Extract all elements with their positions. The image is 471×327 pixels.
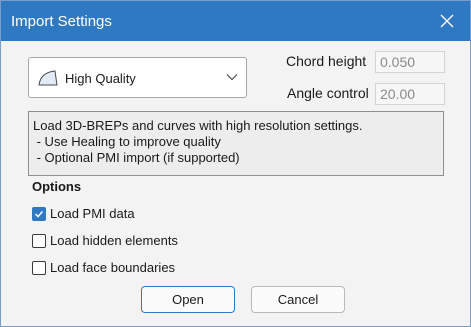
load-face-boundaries-option[interactable]: Load face boundaries <box>32 260 175 275</box>
title-bar[interactable]: Import Settings <box>1 1 470 41</box>
angle-control-label: Angle control <box>287 85 369 101</box>
load-face-boundaries-checkbox[interactable] <box>32 260 46 275</box>
description-box: Load 3D-BREPs and curves with high resol… <box>28 111 444 176</box>
options-heading: Options <box>32 179 82 194</box>
load-hidden-elements-option[interactable]: Load hidden elements <box>32 233 178 248</box>
close-icon <box>440 14 454 28</box>
load-hidden-elements-label: Load hidden elements <box>50 233 178 248</box>
cancel-button[interactable]: Cancel <box>251 286 345 313</box>
chord-height-input[interactable] <box>375 51 445 73</box>
load-pmi-data-checkbox[interactable] <box>32 206 46 221</box>
import-settings-dialog: Import Settings High Quality Chord heigh… <box>0 0 471 327</box>
quality-dropdown[interactable]: High Quality <box>28 57 247 98</box>
quality-selected-value: High Quality <box>65 71 136 86</box>
description-line: - Use Healing to improve quality <box>33 134 221 149</box>
load-pmi-data-option[interactable]: Load PMI data <box>32 206 135 221</box>
window-title: Import Settings <box>11 12 112 30</box>
open-button[interactable]: Open <box>141 286 235 313</box>
description-line: Load 3D-BREPs and curves with high resol… <box>33 118 363 133</box>
load-pmi-data-label: Load PMI data <box>50 206 135 221</box>
load-face-boundaries-label: Load face boundaries <box>50 260 176 275</box>
angle-control-input[interactable] <box>375 83 445 105</box>
chord-height-label: Chord height <box>286 53 367 69</box>
description-line: - Optional PMI import (if supported) <box>33 150 240 165</box>
quality-curve-icon <box>38 70 58 86</box>
load-hidden-elements-checkbox[interactable] <box>32 233 46 248</box>
checkmark-icon <box>34 210 44 218</box>
close-button[interactable] <box>424 1 470 41</box>
chevron-down-icon <box>226 74 238 81</box>
